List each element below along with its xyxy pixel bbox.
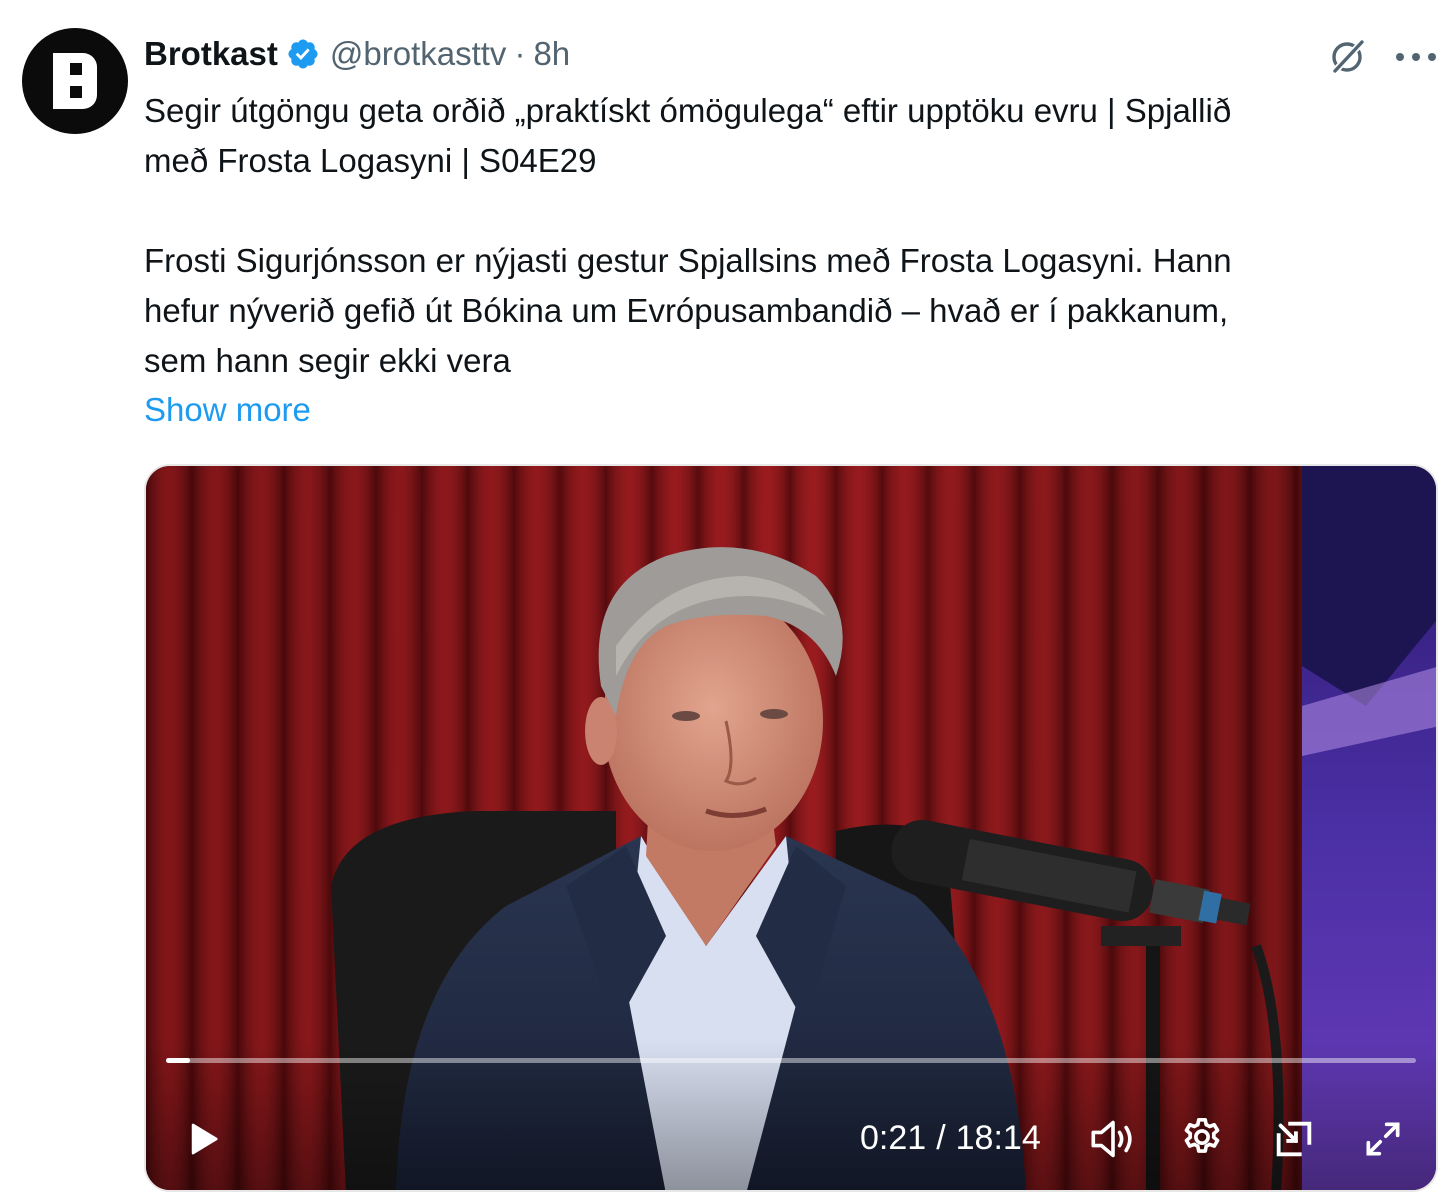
tweet-time[interactable]: 8h: [533, 35, 570, 73]
tweet-text-line: með Frosta Logasyni | S04E29: [144, 142, 597, 179]
fullscreen-button[interactable]: [1358, 1114, 1408, 1164]
author-handle[interactable]: @brotkasttv: [330, 35, 507, 73]
tweet-text-line: Segir útgöngu geta orðið „praktískt ómög…: [144, 92, 1232, 129]
tweet-text-line: Frosti Sigurjónsson er nýjasti gestur Sp…: [144, 242, 1232, 279]
video-progress-fill: [166, 1058, 190, 1063]
volume-button[interactable]: [1086, 1114, 1140, 1164]
settings-button[interactable]: [1176, 1112, 1228, 1164]
duration: 18:14: [955, 1118, 1041, 1157]
picture-in-picture-button[interactable]: [1268, 1114, 1320, 1164]
video-player[interactable]: 0:21 / 18:14: [144, 464, 1438, 1192]
grok-icon[interactable]: [1326, 34, 1370, 78]
gear-icon: [1184, 1117, 1220, 1153]
author-name[interactable]: Brotkast: [144, 35, 278, 73]
picture-in-picture-icon: [1276, 1121, 1312, 1157]
fullscreen-icon: [1366, 1122, 1400, 1156]
play-button[interactable]: [180, 1116, 226, 1162]
time-separator: /: [936, 1118, 946, 1157]
more-options-icon[interactable]: [1396, 52, 1436, 62]
current-time: 0:21: [860, 1118, 927, 1157]
separator-dot: ·: [514, 35, 526, 72]
volume-icon: [1091, 1120, 1132, 1158]
tweet-text-line: sem hann segir ekki vera: [144, 342, 511, 379]
play-icon: [191, 1123, 218, 1155]
tweet-header: Brotkast @brotkasttv · 8h: [144, 32, 570, 76]
verified-badge-icon: [286, 37, 320, 71]
tweet-text-line: hefur nýverið gefið út Bókina um Evrópus…: [144, 292, 1229, 329]
tweet-text: Segir útgöngu geta orðið „praktískt ómög…: [144, 86, 1434, 386]
video-time-display: 0:21 / 18:14: [860, 1114, 1041, 1162]
tweet-text-blank-line: [144, 186, 1434, 236]
avatar[interactable]: [22, 28, 128, 134]
video-progress-bar[interactable]: [166, 1058, 1416, 1063]
show-more-link[interactable]: Show more: [144, 386, 311, 434]
brotkast-logo: [53, 53, 97, 109]
